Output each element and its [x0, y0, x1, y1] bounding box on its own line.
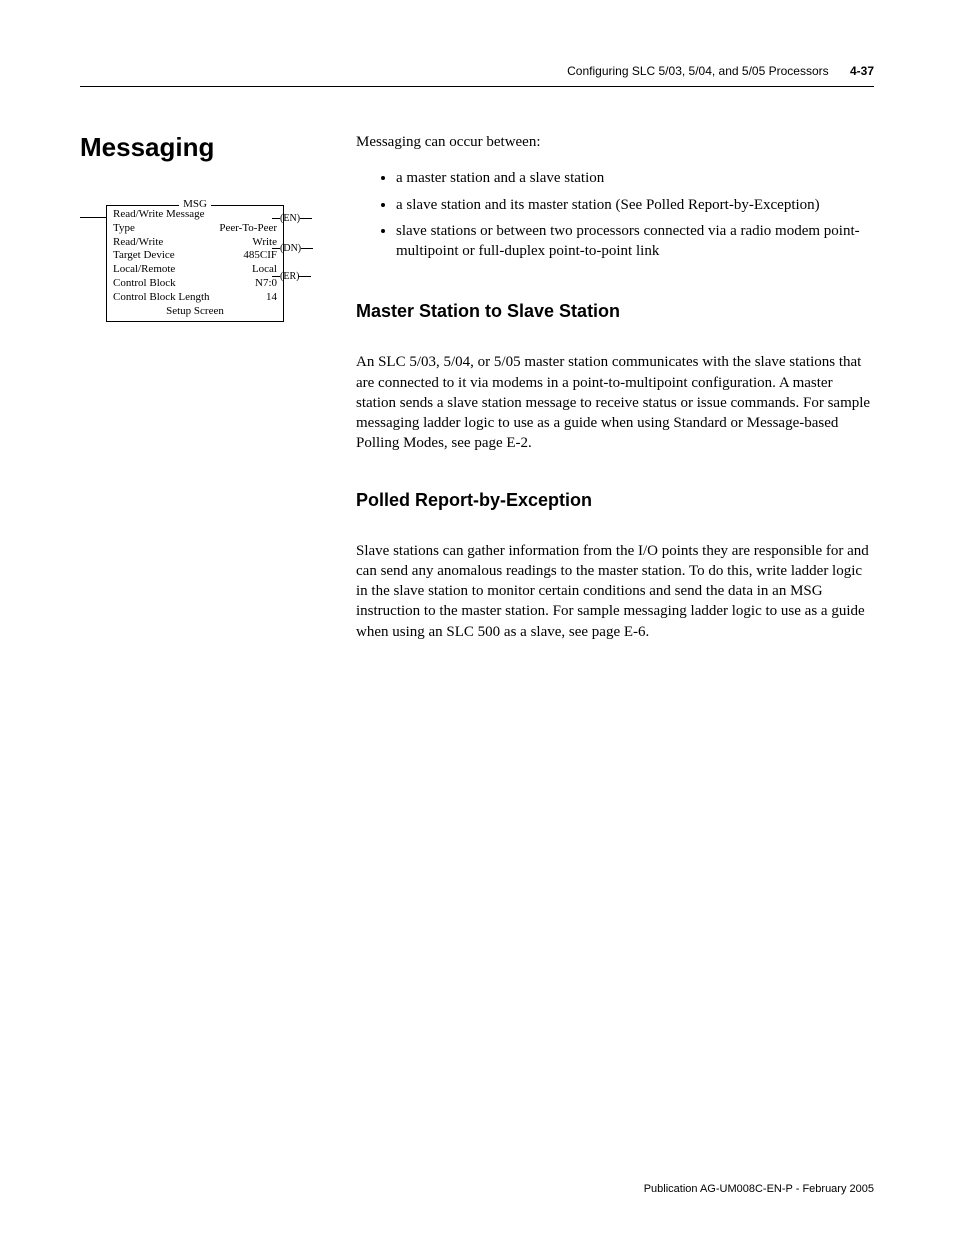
page-number: 4-37 [850, 64, 874, 78]
msg-row-ctrlblock: Control BlockN7:0 [113, 277, 277, 291]
msg-row-ctrlblocklen: Control Block Length14 [113, 291, 277, 305]
body-master-slave: An SLC 5/03, 5/04, or 5/05 master statio… [356, 352, 874, 453]
msg-setup-screen: Setup Screen [113, 305, 277, 317]
page-header: Configuring SLC 5/03, 5/04, and 5/05 Pro… [567, 64, 874, 78]
msg-status-en: EN [272, 212, 312, 224]
list-item: slave stations or between two processors… [396, 221, 874, 262]
msg-row-target: Target Device485CIF [113, 249, 277, 263]
header-rule [80, 86, 874, 87]
msg-box-title: MSG [179, 198, 211, 210]
body-polled-rbe: Slave stations can gather information fr… [356, 541, 874, 642]
section-title: Messaging [80, 132, 328, 163]
publication-footer: Publication AG-UM008C-EN-P - February 20… [644, 1183, 874, 1195]
intro-paragraph: Messaging can occur between: [356, 132, 874, 152]
msg-status-dn: DN [272, 242, 313, 254]
list-item: a slave station and its master station (… [396, 195, 874, 215]
msg-box: MSG Read/Write Message TypePeer-To-Peer … [106, 205, 284, 322]
msg-row-type: TypePeer-To-Peer [113, 222, 277, 236]
msg-subtitle: Read/Write Message [113, 208, 277, 222]
msg-row-localremote: Local/RemoteLocal [113, 263, 277, 277]
intro-bullet-list: a master station and a slave station a s… [356, 168, 874, 261]
chapter-title: Configuring SLC 5/03, 5/04, and 5/05 Pro… [567, 64, 829, 78]
msg-row-rw: Read/WriteWrite [113, 236, 277, 250]
subheading-polled-rbe: Polled Report-by-Exception [356, 490, 874, 511]
msg-status-er: ER [272, 270, 311, 282]
diagram-lead-line [80, 217, 106, 218]
list-item: a master station and a slave station [396, 168, 874, 188]
subheading-master-slave: Master Station to Slave Station [356, 301, 874, 322]
msg-instruction-diagram: MSG Read/Write Message TypePeer-To-Peer … [80, 205, 328, 322]
